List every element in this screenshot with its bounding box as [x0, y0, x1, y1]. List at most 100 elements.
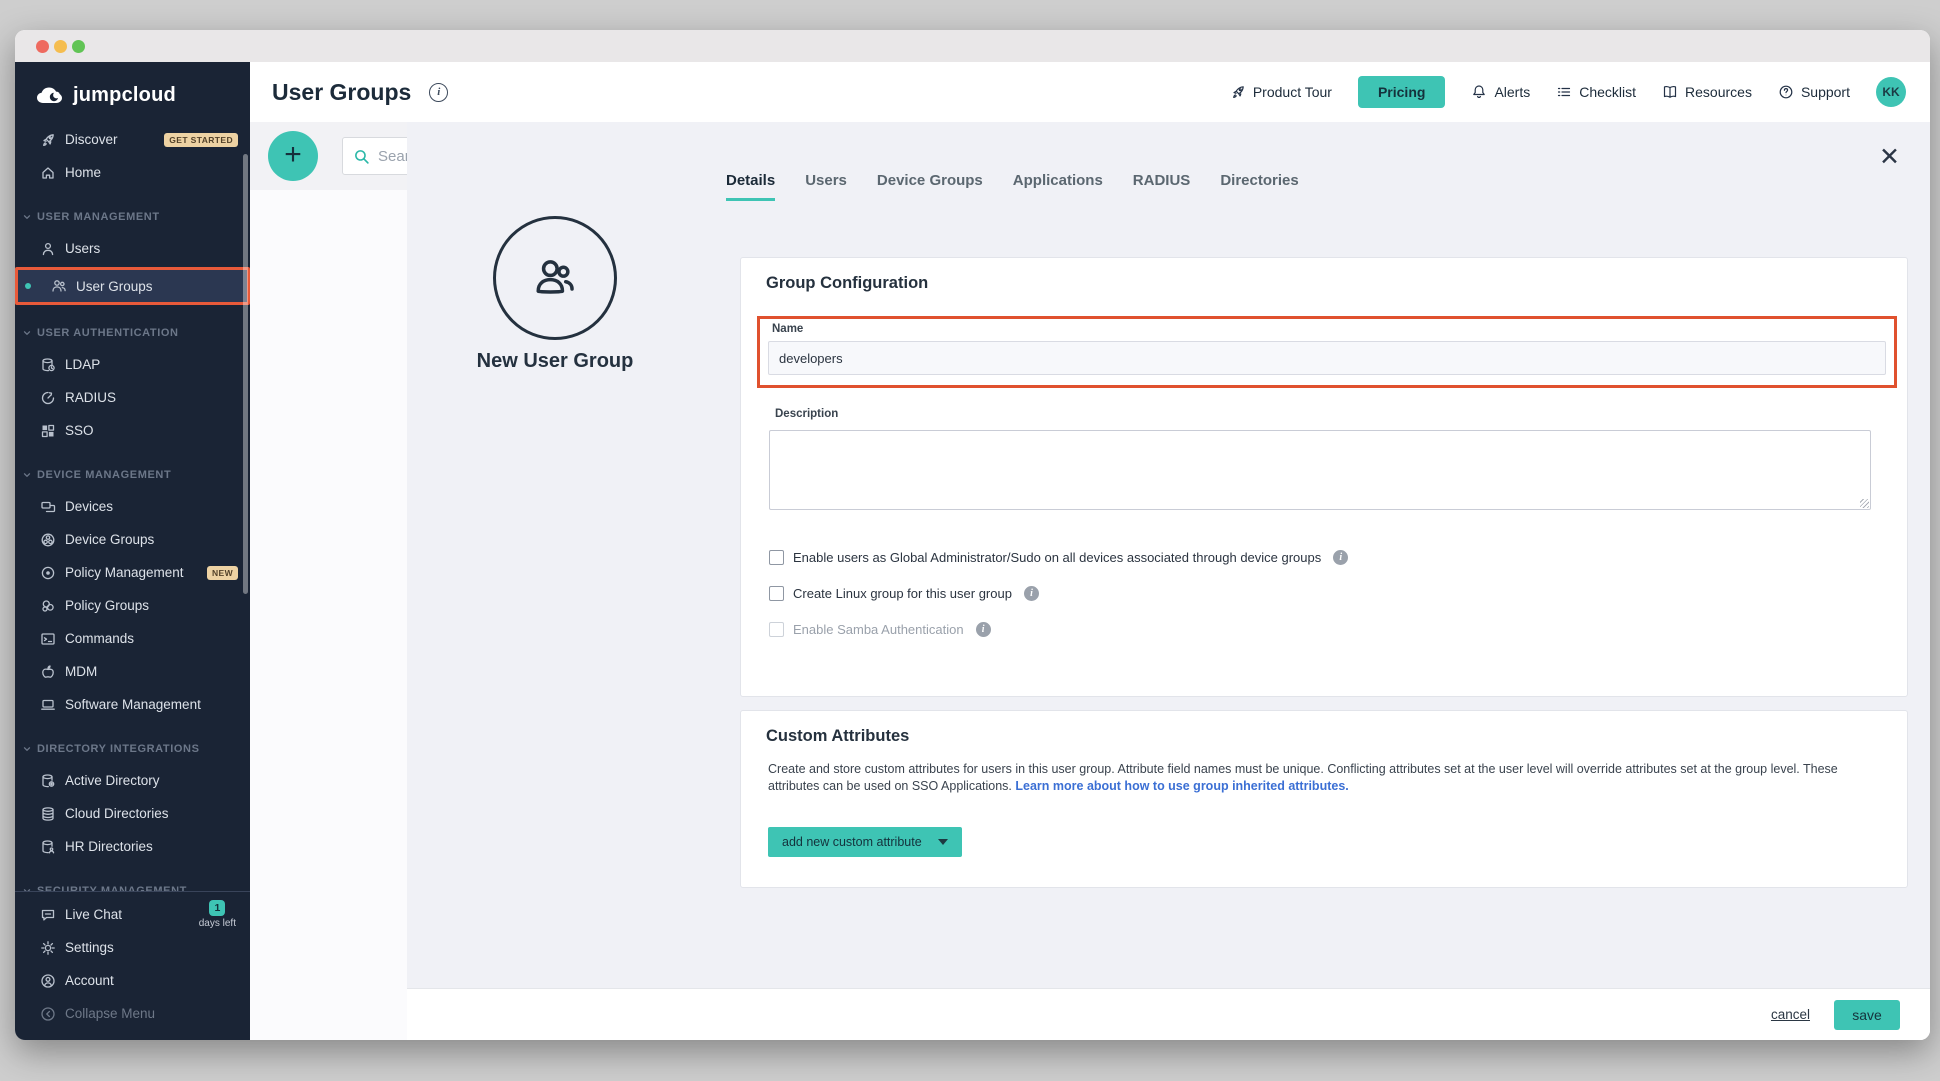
rocket-icon	[1230, 84, 1246, 100]
new-user-group-drawer: ✕ New User Group Details Users Device Gr…	[407, 122, 1930, 1040]
sidebar-item-users[interactable]: Users	[15, 232, 250, 265]
cloud-logo-icon	[35, 86, 65, 106]
sidebar-scrollbar[interactable]	[243, 154, 248, 594]
checkbox-row-samba: Enable Samba Authentication i	[769, 622, 991, 637]
sidebar-item-policy-management[interactable]: Policy Management NEW	[15, 556, 250, 589]
support-button[interactable]: Support	[1778, 84, 1850, 100]
tab-details[interactable]: Details	[726, 172, 775, 201]
product-tour-button[interactable]: Product Tour	[1230, 84, 1332, 100]
sidebar-item-home[interactable]: Home	[15, 156, 250, 189]
trial-days-label: days left	[199, 918, 236, 929]
sidebar-item-label: Active Directory	[65, 773, 160, 788]
sidebar-item-label: Devices	[65, 499, 113, 514]
alerts-button[interactable]: Alerts	[1471, 84, 1530, 100]
info-icon[interactable]: i	[429, 83, 448, 102]
info-icon[interactable]: i	[1024, 586, 1039, 601]
info-icon[interactable]: i	[1333, 550, 1348, 565]
sidebar-section-security-management[interactable]: SECURITY MANAGEMENT	[15, 876, 250, 891]
sidebar-item-mdm[interactable]: MDM	[15, 655, 250, 688]
zoom-window-button[interactable]	[72, 40, 85, 53]
sidebar-item-devices[interactable]: Devices	[15, 490, 250, 523]
sidebar-item-label: Settings	[65, 940, 114, 955]
sidebar-section-directory-integrations[interactable]: DIRECTORY INTEGRATIONS	[15, 734, 250, 764]
sidebar-item-label: Software Management	[65, 697, 201, 712]
sidebar-section-user-authentication[interactable]: USER AUTHENTICATION	[15, 318, 250, 348]
sidebar-item-settings[interactable]: Settings	[15, 931, 250, 964]
sidebar: jumpcloud Discover GET STARTED Home USER…	[15, 62, 250, 1040]
checkbox-label: Enable users as Global Administrator/Sud…	[793, 550, 1321, 565]
sidebar-section-device-management[interactable]: DEVICE MANAGEMENT	[15, 460, 250, 490]
add-group-button[interactable]: +	[268, 131, 318, 181]
name-field-highlight: Name	[757, 316, 1897, 388]
sidebar-item-account[interactable]: Account	[15, 964, 250, 997]
pricing-button[interactable]: Pricing	[1358, 76, 1445, 108]
chat-bubble-icon	[40, 907, 56, 923]
window-titlebar	[15, 30, 1930, 62]
sidebar-item-cloud-directories[interactable]: Cloud Directories	[15, 797, 250, 830]
sidebar-item-software-management[interactable]: Software Management	[15, 688, 250, 721]
tab-device-groups[interactable]: Device Groups	[877, 172, 983, 201]
resources-button[interactable]: Resources	[1662, 84, 1752, 100]
search-icon	[353, 148, 370, 165]
user-avatar[interactable]: KK	[1876, 77, 1906, 107]
global-admin-checkbox[interactable]	[769, 550, 784, 565]
policy-groups-icon	[40, 598, 56, 614]
sidebar-item-policy-groups[interactable]: Policy Groups	[15, 589, 250, 622]
close-window-button[interactable]	[36, 40, 49, 53]
add-custom-attribute-button[interactable]: add new custom attribute	[768, 827, 962, 857]
sidebar-item-sso[interactable]: SSO	[15, 414, 250, 447]
info-icon[interactable]: i	[976, 622, 991, 637]
devices-icon	[40, 499, 56, 515]
section-heading: Custom Attributes	[766, 727, 909, 746]
target-icon	[40, 565, 56, 581]
checkbox-row-linux-group: Create Linux group for this user group i	[769, 586, 1039, 601]
sidebar-item-live-chat[interactable]: Live Chat 1 days left	[15, 898, 250, 931]
sidebar-item-label: RADIUS	[65, 390, 116, 405]
tab-users[interactable]: Users	[805, 172, 847, 201]
save-button[interactable]: save	[1834, 1000, 1900, 1030]
sidebar-item-user-groups[interactable]: User Groups	[15, 267, 250, 305]
page-header: User Groups i Product Tour Pricing Alert…	[250, 62, 1930, 122]
sidebar-item-label: Account	[65, 973, 114, 988]
sidebar-item-discover[interactable]: Discover GET STARTED	[15, 123, 250, 156]
sidebar-item-label: Commands	[65, 631, 134, 646]
stacked-directories-icon	[40, 806, 56, 822]
cancel-button[interactable]: cancel	[1771, 1007, 1810, 1022]
sidebar-item-label: Policy Groups	[65, 598, 149, 613]
samba-auth-checkbox[interactable]	[769, 622, 784, 637]
description-field-label: Description	[775, 408, 838, 420]
sidebar-item-device-groups[interactable]: Device Groups	[15, 523, 250, 556]
account-circle-icon	[40, 973, 56, 989]
sidebar-item-collapse-menu[interactable]: Collapse Menu	[15, 997, 250, 1030]
home-icon	[40, 165, 56, 181]
close-icon[interactable]: ✕	[1879, 142, 1900, 172]
textarea-resize-handle[interactable]	[1860, 499, 1869, 508]
sidebar-item-hr-directories[interactable]: HR Directories	[15, 830, 250, 863]
chevron-down-icon	[23, 213, 31, 221]
sidebar-item-label: HR Directories	[65, 839, 153, 854]
tab-directories[interactable]: Directories	[1220, 172, 1298, 201]
device-groups-icon	[40, 532, 56, 548]
sidebar-item-commands[interactable]: Commands	[15, 622, 250, 655]
sidebar-item-active-directory[interactable]: Active Directory	[15, 764, 250, 797]
sidebar-item-label: Cloud Directories	[65, 806, 169, 821]
tab-applications[interactable]: Applications	[1013, 172, 1103, 201]
drawer-title: New User Group	[425, 350, 685, 373]
jumpcloud-logo[interactable]: jumpcloud	[15, 62, 250, 123]
user-group-icon	[51, 278, 67, 294]
sidebar-section-user-management[interactable]: USER MANAGEMENT	[15, 202, 250, 232]
group-description-textarea[interactable]	[769, 430, 1871, 510]
sidebar-item-radius[interactable]: RADIUS	[15, 381, 250, 414]
rocket-icon	[40, 132, 56, 148]
header-actions: Product Tour Pricing Alerts Checklist Re…	[1230, 76, 1930, 108]
database-gear-icon	[40, 773, 56, 789]
checklist-button[interactable]: Checklist	[1556, 84, 1636, 100]
learn-more-link[interactable]: Learn more about how to use group inheri…	[1015, 779, 1348, 793]
group-name-input[interactable]	[768, 341, 1886, 375]
sidebar-item-ldap[interactable]: LDAP	[15, 348, 250, 381]
drawer-footer: cancel save	[407, 988, 1930, 1040]
linux-group-checkbox[interactable]	[769, 586, 784, 601]
minimize-window-button[interactable]	[54, 40, 67, 53]
sidebar-item-label: User Groups	[76, 279, 153, 294]
tab-radius[interactable]: RADIUS	[1133, 172, 1191, 201]
